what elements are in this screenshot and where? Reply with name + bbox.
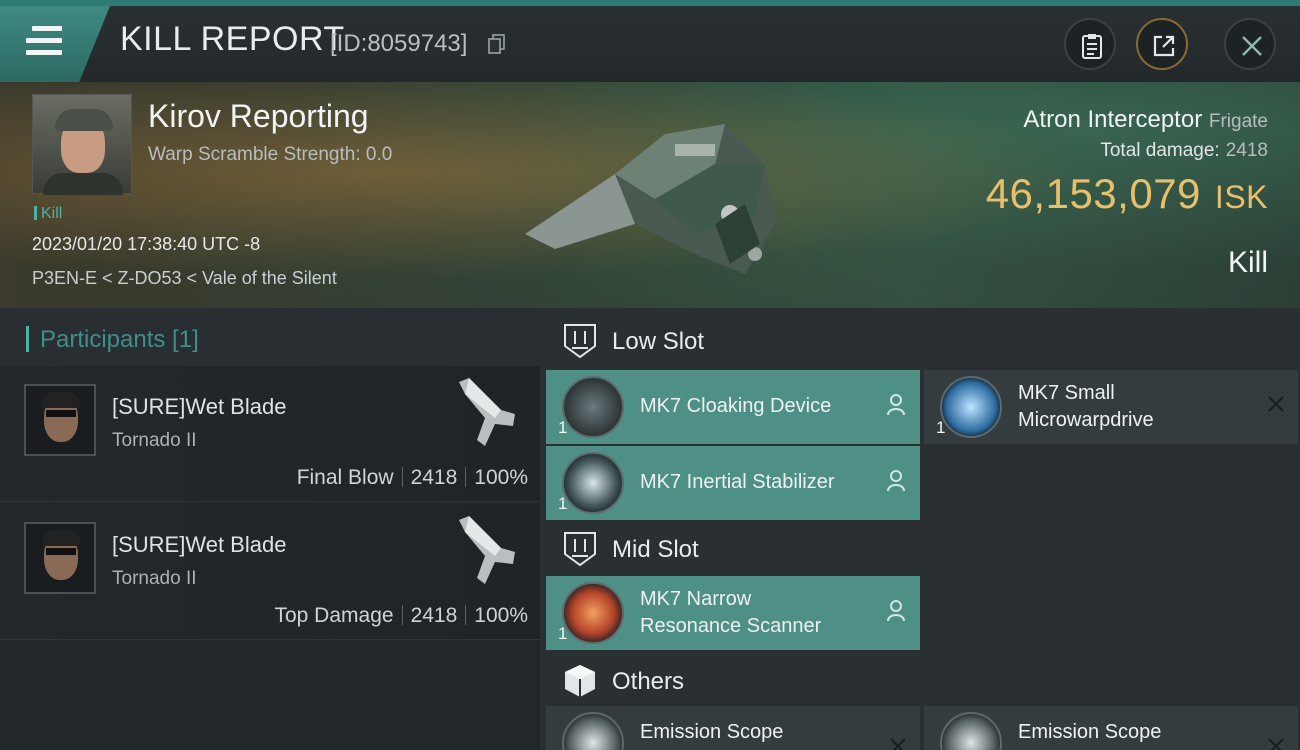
emission-scope-icon (562, 712, 624, 750)
inertial-stabilizer-icon (562, 452, 624, 514)
close-icon[interactable] (888, 736, 908, 750)
module-item[interactable]: Emission Scope (546, 706, 920, 750)
share-icon (1153, 35, 1175, 57)
total-damage-value: 2418 (1225, 140, 1268, 161)
participant-role: Final Blow (296, 466, 394, 489)
kill-tag: Kill (34, 205, 62, 223)
module-name: Emission Scope (1018, 721, 1162, 743)
participant-role: Top Damage (274, 604, 394, 627)
total-damage-label: Total damage: (1100, 140, 1220, 161)
participants-panel: Participants [1] [SURE]Wet Blade Tornado… (0, 308, 540, 750)
emission-scope-icon (940, 712, 1002, 750)
module-qty: 1 (558, 418, 568, 437)
module-name: MK7 Narrow Resonance Scanner (640, 586, 821, 640)
cloaking-device-icon (562, 376, 624, 438)
isk-unit: ISK (1214, 179, 1268, 215)
participant-percent: 100% (474, 604, 528, 627)
participant-damage: 2418 (410, 466, 458, 489)
resonance-scanner-icon (562, 582, 624, 644)
participant-avatar (24, 384, 96, 456)
participant-stats: Final Blow 2418 100% (297, 466, 528, 490)
module-qty: 1 (558, 624, 568, 643)
module-item[interactable]: 1 MK7 Small Microwarpdrive (924, 370, 1298, 444)
total-damage: Total damage: 2418 (1100, 140, 1268, 162)
participant-ship: Tornado II (112, 430, 197, 451)
tornado-ship-icon (459, 378, 515, 446)
close-button[interactable] (1224, 18, 1276, 70)
module-qty: 1 (558, 494, 568, 513)
person-icon (887, 600, 905, 622)
victim-summary: Kirov Reporting Warp Scramble Strength: … (0, 82, 1300, 308)
copy-icon[interactable] (488, 34, 506, 54)
kill-timestamp: 2023/01/20 17:38:40 UTC -8 (32, 234, 261, 254)
participant-percent: 100% (474, 466, 528, 489)
module-qty: 1 (936, 418, 946, 437)
report-button[interactable] (1064, 18, 1116, 70)
module-item[interactable]: 1 MK7 Inertial Stabilizer (546, 446, 920, 520)
module-item[interactable]: 1 MK7 Cloaking Device (546, 370, 920, 444)
mid-slot-label: Mid Slot (612, 536, 699, 563)
isk-value: 46,153,079 ISK (986, 170, 1268, 218)
low-slot-header: Low Slot (546, 310, 1296, 372)
low-slot-icon (564, 324, 596, 359)
clipboard-icon (1082, 34, 1102, 59)
participant-avatar (24, 522, 96, 594)
module-name-line2: Microwarpdrive (1018, 409, 1154, 431)
participant-name: [SURE]Wet Blade (112, 394, 287, 419)
victim-name[interactable]: Kirov Reporting (148, 98, 369, 135)
module-name-line1: MK7 Small (1018, 382, 1115, 404)
module-name-line2: Resonance Scanner (640, 615, 822, 637)
others-label: Others (612, 668, 685, 695)
module-item[interactable]: 1 MK7 Narrow Resonance Scanner (546, 576, 920, 650)
mid-slot-header: Mid Slot (546, 518, 1296, 580)
participant-damage: 2418 (410, 604, 458, 627)
module-name: Emission Scope (640, 721, 784, 743)
participant-row[interactable]: [SURE]Wet Blade Tornado II Final Blow 241… (0, 366, 540, 502)
participants-header: Participants [1] (0, 308, 540, 366)
others-header: Others (546, 650, 1296, 712)
kill-location[interactable]: P3EN-E < Z-DO53 < Vale of the Silent (32, 268, 337, 289)
participant-ship: Tornado II (112, 568, 197, 589)
module-name: MK7 Small Microwarpdrive (1018, 380, 1154, 434)
warp-scramble-strength: Warp Scramble Strength: 0.0 (148, 144, 393, 165)
module-name: MK7 Cloaking Device (640, 395, 832, 417)
close-icon[interactable] (1266, 394, 1286, 414)
microwarpdrive-icon (940, 376, 1002, 438)
ship-class: Frigate (1208, 111, 1268, 132)
ship-render (525, 124, 775, 274)
victim-ship[interactable]: Atron Interceptor Frigate (1023, 106, 1268, 134)
mid-slot-icon (564, 532, 596, 567)
isk-amount: 46,153,079 (985, 170, 1201, 217)
tornado-ship-icon (459, 516, 515, 584)
top-accent-line (0, 0, 1300, 6)
ship-name: Atron Interceptor (1023, 106, 1203, 133)
top-bar: KILL REPORT [ID:8059743] (0, 0, 1300, 82)
close-icon[interactable] (1266, 736, 1286, 750)
person-icon (887, 470, 905, 492)
participants-label: Participants [1] (40, 326, 199, 353)
share-button[interactable] (1136, 18, 1188, 70)
kill-id: [ID:8059743] (330, 30, 468, 57)
participants-accent (26, 326, 29, 352)
fitting-panel: Low Slot 1 MK7 Cloaking Device 1 MK7 Sma… (540, 308, 1300, 750)
module-item[interactable]: Emission Scope (924, 706, 1298, 750)
participant-row[interactable]: [SURE]Wet Blade Tornado II Top Damage 241… (0, 504, 540, 640)
page-title: KILL REPORT (120, 20, 345, 58)
participant-stats: Top Damage 2418 100% (274, 604, 528, 628)
low-slot-label: Low Slot (612, 328, 705, 355)
menu-button[interactable] (0, 6, 110, 82)
victim-portrait[interactable] (32, 94, 132, 195)
hamburger-icon (26, 26, 62, 56)
participant-name: [SURE]Wet Blade (112, 532, 287, 557)
cube-icon (565, 665, 595, 697)
module-name-line1: MK7 Narrow (640, 588, 752, 610)
kill-result: Kill (1227, 246, 1268, 279)
close-icon (1242, 36, 1262, 56)
person-icon (887, 394, 905, 416)
module-name: MK7 Inertial Stabilizer (640, 471, 835, 493)
